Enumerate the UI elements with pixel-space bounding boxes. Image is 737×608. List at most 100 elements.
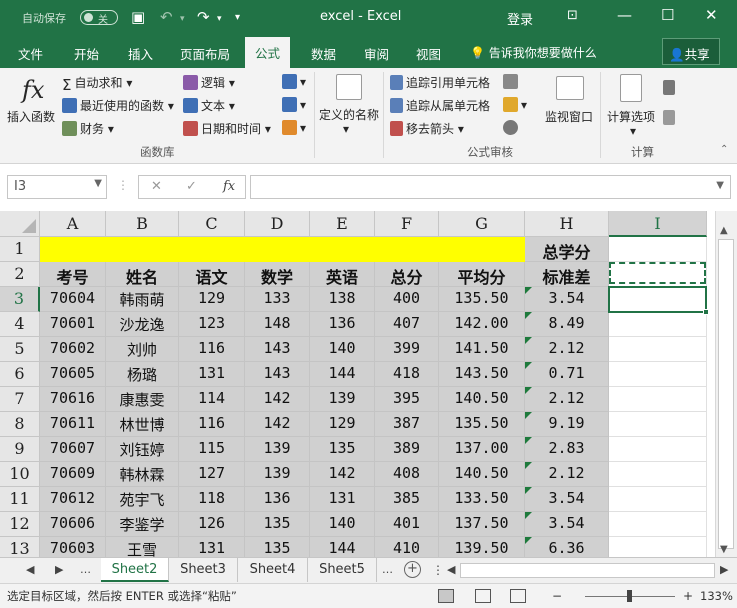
table-cell[interactable]: 135.50 bbox=[439, 412, 525, 437]
table-cell[interactable]: 韩雨萌 bbox=[106, 287, 179, 312]
row-header-7[interactable]: 7 bbox=[0, 387, 40, 412]
show-formulas-icon[interactable] bbox=[503, 74, 521, 89]
header-cell[interactable]: 英语 bbox=[310, 262, 375, 287]
math-button[interactable]: ▾ bbox=[282, 97, 306, 112]
split-handle-icon[interactable]: ⋮ bbox=[432, 563, 444, 577]
calculator-icon[interactable] bbox=[620, 74, 642, 102]
empty-cell[interactable] bbox=[609, 437, 707, 462]
row-header-8[interactable]: 8 bbox=[0, 412, 40, 437]
table-cell[interactable]: 9.19 bbox=[525, 412, 609, 437]
row-header-5[interactable]: 5 bbox=[0, 337, 40, 362]
table-cell[interactable]: 140.50 bbox=[439, 387, 525, 412]
column-header-i[interactable]: I bbox=[609, 211, 707, 237]
calc-sheet-icon[interactable] bbox=[663, 110, 678, 125]
page-break-view-icon[interactable] bbox=[510, 589, 526, 603]
table-cell[interactable]: 142 bbox=[245, 387, 310, 412]
row-header-12[interactable]: 12 bbox=[0, 512, 40, 537]
sheet-tab-sheet3[interactable]: Sheet3 bbox=[169, 558, 238, 582]
empty-cell[interactable] bbox=[609, 312, 707, 337]
table-cell[interactable]: 127 bbox=[179, 462, 245, 487]
table-cell[interactable]: 143 bbox=[245, 362, 310, 387]
table-cell[interactable]: 140 bbox=[310, 337, 375, 362]
table-cell[interactable]: 2.12 bbox=[525, 462, 609, 487]
empty-cell[interactable] bbox=[609, 537, 707, 557]
table-cell[interactable]: 410 bbox=[375, 537, 439, 557]
table-cell[interactable]: 129 bbox=[310, 412, 375, 437]
cell-h1[interactable]: 总学分 bbox=[525, 237, 609, 262]
more-sheets-right-icon[interactable]: … bbox=[382, 563, 393, 576]
evaluate-formula-icon[interactable] bbox=[503, 120, 521, 135]
empty-cell[interactable] bbox=[609, 337, 707, 362]
table-cell[interactable]: 135 bbox=[245, 512, 310, 537]
table-cell[interactable]: 418 bbox=[375, 362, 439, 387]
table-cell[interactable]: 408 bbox=[375, 462, 439, 487]
row-header-2[interactable]: 2 bbox=[0, 262, 40, 287]
column-header-b[interactable]: B bbox=[106, 211, 179, 237]
row-header-1[interactable]: 1 bbox=[0, 237, 40, 262]
cell-i1[interactable] bbox=[609, 237, 707, 262]
recent-functions-button[interactable]: 最近使用的函数 ▾ bbox=[62, 97, 174, 114]
table-cell[interactable]: 70603 bbox=[40, 537, 106, 557]
calc-options-button[interactable]: 计算选项 bbox=[607, 108, 655, 125]
table-cell[interactable]: 2.12 bbox=[525, 387, 609, 412]
header-cell[interactable]: 姓名 bbox=[106, 262, 179, 287]
insert-function-button[interactable]: 插入函数 bbox=[7, 108, 55, 125]
table-cell[interactable]: 70604 bbox=[40, 287, 106, 312]
fill-handle[interactable] bbox=[703, 309, 709, 315]
header-cell[interactable]: 数学 bbox=[245, 262, 310, 287]
table-cell[interactable]: 6.36 bbox=[525, 537, 609, 557]
calc-now-icon[interactable] bbox=[663, 80, 678, 95]
table-cell[interactable]: 2.12 bbox=[525, 337, 609, 362]
sheet-tab-sheet2[interactable]: Sheet2 bbox=[101, 558, 169, 582]
remove-arrows-button[interactable]: 移去箭头 ▾ bbox=[390, 120, 464, 137]
table-cell[interactable]: 118 bbox=[179, 487, 245, 512]
header-cell[interactable]: 语文 bbox=[179, 262, 245, 287]
ribbon-display-icon[interactable]: ⊡ bbox=[567, 8, 578, 23]
normal-view-icon[interactable] bbox=[438, 589, 454, 603]
next-sheet-icon[interactable]: ▶ bbox=[55, 563, 63, 576]
table-cell[interactable]: 3.54 bbox=[525, 487, 609, 512]
empty-cell[interactable] bbox=[609, 387, 707, 412]
tab-home[interactable]: 开始 bbox=[74, 44, 99, 63]
header-cell[interactable]: 考号 bbox=[40, 262, 106, 287]
table-cell[interactable]: 144 bbox=[310, 362, 375, 387]
redo-dropdown-icon[interactable]: ▾ bbox=[217, 14, 222, 24]
table-cell[interactable]: 141.50 bbox=[439, 337, 525, 362]
table-cell[interactable]: 刘钰婷 bbox=[106, 437, 179, 462]
scroll-right-icon[interactable]: ▶ bbox=[720, 563, 728, 576]
insert-function-icon[interactable]: fx bbox=[22, 76, 44, 104]
save-icon[interactable]: ▣ bbox=[131, 8, 145, 26]
vertical-scrollbar[interactable]: ▲ ▼ bbox=[715, 211, 737, 557]
header-cell[interactable]: 平均分 bbox=[439, 262, 525, 287]
close-icon[interactable]: ✕ bbox=[705, 6, 718, 24]
collapse-ribbon-icon[interactable]: ⌃ bbox=[720, 144, 728, 155]
table-cell[interactable]: 70607 bbox=[40, 437, 106, 462]
tell-me-search[interactable]: 💡 告诉我你想要做什么 bbox=[470, 44, 597, 61]
empty-cell[interactable] bbox=[609, 462, 707, 487]
zoom-out-icon[interactable]: − bbox=[552, 589, 562, 603]
resize-handle-icon[interactable]: ⋮ bbox=[117, 178, 129, 192]
sheet-tab-sheet4[interactable]: Sheet4 bbox=[238, 558, 308, 582]
more-sheets-icon[interactable]: … bbox=[80, 563, 91, 576]
table-cell[interactable]: 114 bbox=[179, 387, 245, 412]
table-cell[interactable]: 140 bbox=[310, 512, 375, 537]
expand-formula-icon[interactable]: ▼ bbox=[716, 180, 724, 191]
table-cell[interactable]: 148 bbox=[245, 312, 310, 337]
table-cell[interactable]: 139 bbox=[245, 437, 310, 462]
table-cell[interactable]: 407 bbox=[375, 312, 439, 337]
header-cell[interactable]: 总分 bbox=[375, 262, 439, 287]
table-cell[interactable]: 143 bbox=[245, 337, 310, 362]
table-cell[interactable]: 136 bbox=[310, 312, 375, 337]
empty-cell[interactable] bbox=[609, 362, 707, 387]
column-header-e[interactable]: E bbox=[310, 211, 375, 237]
table-cell[interactable]: 70601 bbox=[40, 312, 106, 337]
table-cell[interactable]: 70606 bbox=[40, 512, 106, 537]
tab-page-layout[interactable]: 页面布局 bbox=[180, 44, 230, 63]
table-cell[interactable]: 389 bbox=[375, 437, 439, 462]
table-cell[interactable]: 395 bbox=[375, 387, 439, 412]
table-cell[interactable]: 133 bbox=[245, 287, 310, 312]
tab-view[interactable]: 视图 bbox=[416, 44, 441, 63]
table-cell[interactable]: 康惠雯 bbox=[106, 387, 179, 412]
table-cell[interactable]: 70602 bbox=[40, 337, 106, 362]
enter-icon[interactable]: ✓ bbox=[186, 179, 197, 194]
